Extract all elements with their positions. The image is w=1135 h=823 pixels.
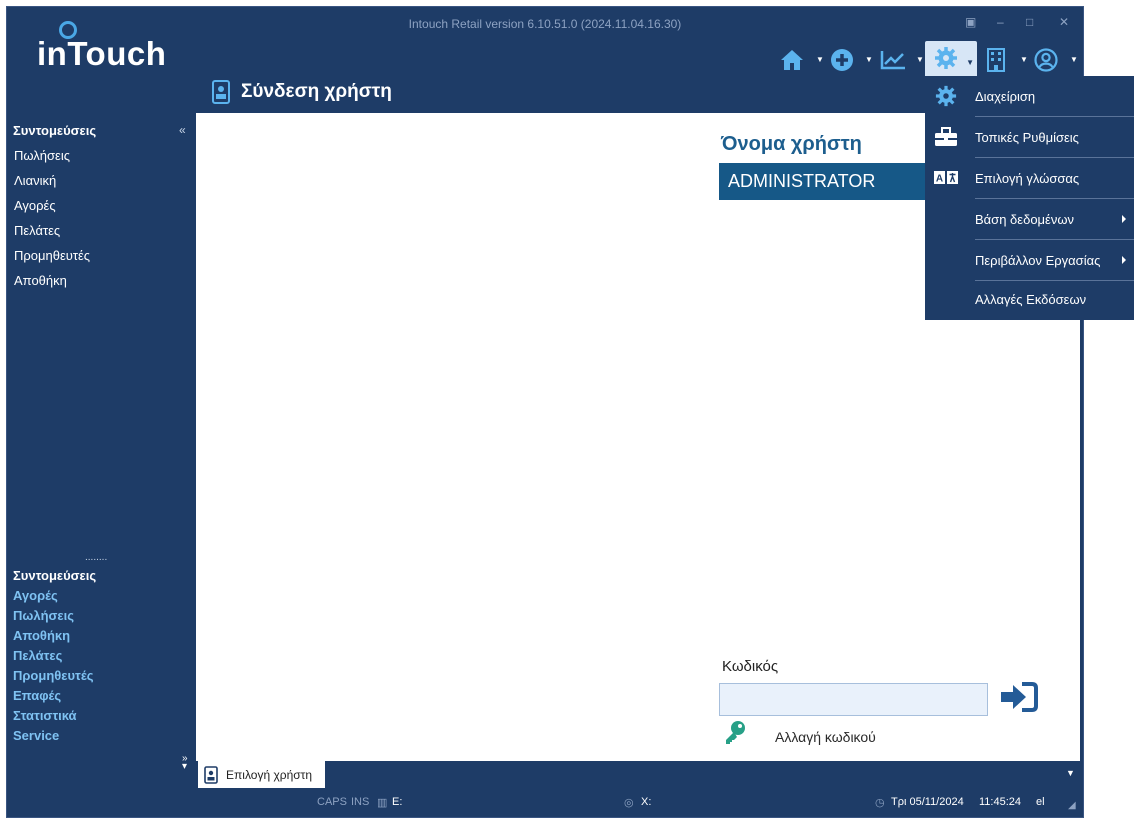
menu-item-management[interactable]: Διαχείριση xyxy=(925,76,1134,117)
menu-item-database[interactable]: Βάση δεδομένων xyxy=(925,199,1134,240)
window-title: Intouch Retail version 6.10.51.0 (2024.1… xyxy=(408,17,682,31)
menu-label: Αλλαγές Εκδόσεων xyxy=(975,292,1087,307)
password-field[interactable] xyxy=(719,683,988,716)
sidebar-item-sales[interactable]: Πωλήσεις xyxy=(14,148,70,163)
sidebar-item-retail[interactable]: Λιανική xyxy=(14,173,56,188)
collapse-icon[interactable]: « xyxy=(179,123,186,137)
user-card-icon xyxy=(212,80,230,109)
settings-menu: Διαχείριση Τοπικές Ρυθμίσεις A Επιλογή γ… xyxy=(925,76,1134,320)
menu-label: Βάση δεδομένων xyxy=(975,212,1074,227)
maximize-icon[interactable]: □ xyxy=(1026,15,1033,29)
status-drive: E: xyxy=(392,796,403,808)
menu-item-release-notes[interactable]: Αλλαγές Εκδόσεων xyxy=(925,279,1134,320)
user-card-small-icon xyxy=(204,765,218,784)
submenu-arrow-icon xyxy=(1122,215,1126,223)
key-icon[interactable] xyxy=(723,720,747,751)
page-title: Σύνδεση χρήστη xyxy=(241,81,392,102)
status-x: X: xyxy=(641,796,652,808)
sidebar-bottom-heading: Συντομεύσεις xyxy=(13,568,97,583)
menu-item-workspace[interactable]: Περιβάλλον Εργασίας xyxy=(925,240,1134,281)
user-circle-icon[interactable] xyxy=(1030,41,1062,79)
shortcut-purchases[interactable]: Αγορές xyxy=(13,588,58,603)
menu-label: Επιλογή γλώσσας xyxy=(975,171,1080,186)
shortcut-contacts[interactable]: Επαφές xyxy=(13,688,61,703)
clock-icon: ◷ xyxy=(875,797,885,809)
shortcut-customers[interactable]: Πελάτες xyxy=(13,648,62,663)
shortcut-suppliers[interactable]: Προμηθευτές xyxy=(13,668,93,683)
submenu-arrow-icon xyxy=(1122,256,1126,264)
username-label: Όνομα χρήστη xyxy=(721,133,862,155)
resize-grip-icon[interactable]: ◢ xyxy=(1068,800,1076,811)
shortcut-warehouse[interactable]: Αποθήκη xyxy=(13,628,70,643)
sidebar-item-warehouse[interactable]: Αποθήκη xyxy=(14,273,67,288)
status-ins: INS xyxy=(351,796,370,808)
home-icon[interactable] xyxy=(775,41,809,79)
gear-icon xyxy=(933,84,959,108)
shortcut-service[interactable]: Service xyxy=(13,728,59,743)
gear-icon xyxy=(934,46,958,75)
menu-label: Τοπικές Ρυθμίσεις xyxy=(975,130,1079,145)
sidebar-item-suppliers[interactable]: Προμηθευτές xyxy=(14,248,90,263)
plus-circle-icon[interactable] xyxy=(827,41,857,79)
sidebar-heading: Συντομεύσεις xyxy=(13,123,97,138)
expand-icon[interactable]: » ▾ xyxy=(182,754,188,772)
sidebar: Συντομεύσεις « Πωλήσεις Λιανική Αγορές Π… xyxy=(7,115,196,772)
status-caps: CAPS xyxy=(317,796,347,808)
gear-button[interactable]: ▼ xyxy=(925,41,977,79)
building-icon[interactable] xyxy=(981,41,1011,79)
status-language: el xyxy=(1036,796,1045,808)
sidebar-item-customers[interactable]: Πελάτες xyxy=(14,223,60,238)
close-icon[interactable]: ✕ xyxy=(1059,15,1069,29)
menu-item-local-settings[interactable]: Τοπικές Ρυθμίσεις xyxy=(925,117,1134,158)
app-logo: inTouch xyxy=(37,35,167,72)
chart-line-icon[interactable] xyxy=(876,41,910,79)
splitter-handle[interactable]: ........ xyxy=(85,552,107,563)
status-date: Τρι 05/11/2024 xyxy=(891,796,964,808)
user-caret-icon[interactable]: ▼ xyxy=(1070,55,1078,64)
shortcut-statistics[interactable]: Στατιστικά xyxy=(13,708,77,723)
app-window: Intouch Retail version 6.10.51.0 (2024.1… xyxy=(6,6,1084,818)
database-icon: ▥ xyxy=(377,797,388,809)
status-user-icon: ◎ xyxy=(624,797,634,809)
password-label: Κωδικός xyxy=(722,658,779,675)
svg-text:A: A xyxy=(936,174,943,185)
tab-menu-icon[interactable]: ▼ xyxy=(1066,768,1075,778)
home-caret-icon[interactable]: ▼ xyxy=(816,55,824,64)
chart-caret-icon[interactable]: ▼ xyxy=(916,55,924,64)
gear-caret-icon: ▼ xyxy=(966,58,974,67)
shortcut-sales[interactable]: Πωλήσεις xyxy=(13,608,74,623)
language-icon: A xyxy=(933,166,959,190)
toolbox-icon xyxy=(933,125,959,149)
sign-in-icon xyxy=(1000,681,1038,717)
sidebar-item-purchases[interactable]: Αγορές xyxy=(14,198,56,213)
tab-select-user[interactable]: Επιλογή χρήστη xyxy=(198,761,325,788)
menu-item-language[interactable]: A Επιλογή γλώσσας xyxy=(925,158,1134,199)
change-password-link[interactable]: Αλλαγή κωδικού xyxy=(775,729,876,745)
login-button[interactable] xyxy=(999,681,1039,717)
minimize-icon[interactable]: – xyxy=(997,15,1004,29)
menu-label: Διαχείριση xyxy=(975,89,1036,104)
plus-caret-icon[interactable]: ▼ xyxy=(865,55,873,64)
building-caret-icon[interactable]: ▼ xyxy=(1020,55,1028,64)
tab-label: Επιλογή χρήστη xyxy=(226,767,313,782)
restore-icon[interactable]: ▣ xyxy=(965,15,976,29)
status-time: 11:45:24 xyxy=(979,796,1022,808)
menu-label: Περιβάλλον Εργασίας xyxy=(975,253,1101,268)
